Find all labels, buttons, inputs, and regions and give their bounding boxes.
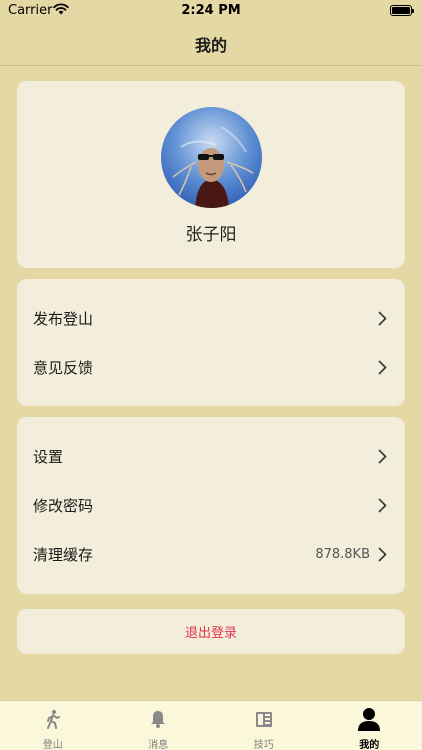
status-bar: Carrier 2:24 PM [0,0,422,22]
tab-mine[interactable]: 我的 [317,701,422,750]
tab-label: 登山 [42,740,63,750]
tab-tips[interactable]: 技巧 [211,701,317,750]
navigation-bar: 我的 [0,22,422,66]
menu-group-2: 设置 修改密码 清理缓存 878.8KB [17,417,405,594]
tab-messages[interactable]: 消息 [106,701,212,750]
menu-item-clear-cache[interactable]: 清理缓存 878.8KB [17,530,405,578]
chevron-right-icon [378,498,387,512]
menu-item-label: 意见反馈 [33,358,94,377]
cache-size: 878.8KB [315,546,370,562]
menu-item-publish-climb[interactable]: 发布登山 [17,294,405,342]
battery-icon [390,5,414,16]
menu-item-label: 设置 [33,447,64,466]
tab-bar: 登山 消息 技巧 我的 [0,700,422,750]
bell-icon [151,711,166,728]
user-name: 张子阳 [185,225,237,245]
page-title: 我的 [194,35,227,55]
menu-item-feedback[interactable]: 意见反馈 [17,343,405,391]
tab-label: 技巧 [253,740,274,750]
menu-item-settings[interactable]: 设置 [17,432,405,480]
avatar[interactable] [161,107,262,208]
logout-button[interactable]: 退出登录 [17,609,405,654]
book-icon [255,712,272,727]
tab-label: 我的 [359,740,380,750]
logout-label: 退出登录 [184,626,237,641]
menu-group-1: 发布登山 意见反馈 [17,279,405,406]
menu-item-label: 修改密码 [33,496,94,515]
tab-label: 消息 [148,740,169,750]
chevron-right-icon [378,547,387,561]
hiker-icon [46,710,60,729]
chevron-right-icon [378,311,387,325]
menu-item-label: 发布登山 [33,309,94,328]
menu-item-label: 清理缓存 [33,545,94,564]
clock: 2:24 PM [181,3,241,18]
profile-card: 张子阳 [17,81,405,268]
chevron-right-icon [378,449,387,463]
person-icon [358,708,381,731]
avatar-photo-icon [161,107,262,208]
menu-item-change-password[interactable]: 修改密码 [17,481,405,529]
chevron-right-icon [378,360,387,374]
tab-climb[interactable]: 登山 [0,701,106,750]
